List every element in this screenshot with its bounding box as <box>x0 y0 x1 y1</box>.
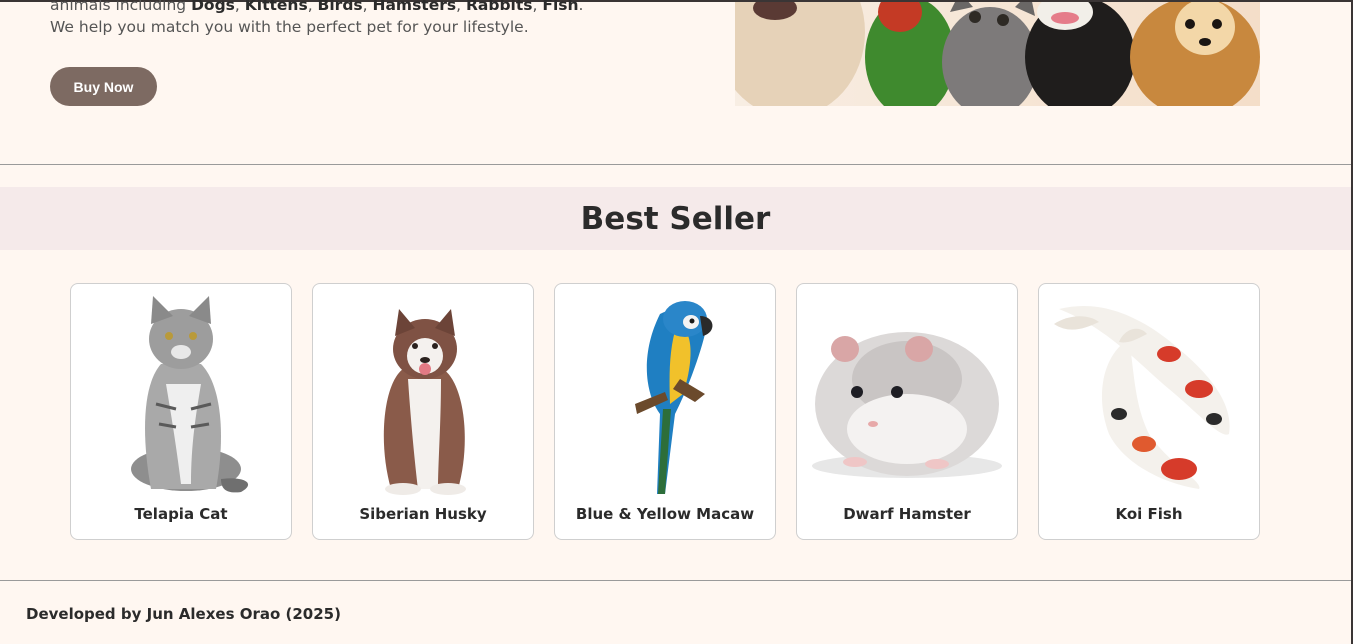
hero-pets-image <box>735 2 1260 106</box>
animal-dogs: Dogs <box>191 0 235 14</box>
koi-image <box>1049 294 1249 499</box>
product-card-hamster[interactable]: Dwarf Hamster <box>796 283 1018 540</box>
product-name: Koi Fish <box>1115 505 1183 523</box>
best-seller-header: Best Seller <box>0 187 1351 250</box>
macaw-image <box>565 294 765 499</box>
hamster-image <box>807 294 1007 499</box>
animal-rabbits: Rabbits <box>465 0 533 14</box>
buy-now-button[interactable]: Buy Now <box>50 67 157 106</box>
product-name: Telapia Cat <box>134 505 228 523</box>
product-card-macaw[interactable]: Blue & Yellow Macaw <box>554 283 776 540</box>
animal-hamsters: Hamsters <box>372 0 457 14</box>
product-card-cat[interactable]: Telapia Cat <box>70 283 292 540</box>
product-card-husky[interactable]: Siberian Husky <box>312 283 534 540</box>
husky-image <box>323 294 523 499</box>
product-name: Dwarf Hamster <box>843 505 971 523</box>
hero-text-prefix: animals including <box>50 0 192 14</box>
product-card-koi[interactable]: Koi Fish <box>1038 283 1260 540</box>
footer-credit: Developed by Jun Alexes Orao (2025) <box>26 605 341 623</box>
product-name: Blue & Yellow Macaw <box>575 505 755 523</box>
footer-divider <box>0 580 1351 581</box>
section-divider <box>0 164 1351 165</box>
best-seller-title: Best Seller <box>580 200 771 237</box>
product-name: Siberian Husky <box>359 505 487 523</box>
animal-birds: Birds <box>317 0 363 14</box>
cat-image <box>81 294 281 499</box>
animal-kittens: Kittens <box>244 0 308 14</box>
animal-fish: Fish <box>542 0 579 14</box>
hero-description: animals including Dogs, Kittens, Birds, … <box>50 0 610 38</box>
